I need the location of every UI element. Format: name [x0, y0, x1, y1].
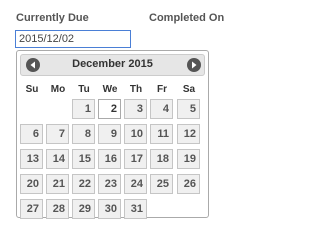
day-cell-14[interactable]: 14 — [46, 149, 69, 169]
day-cell-3[interactable]: 3 — [124, 99, 147, 119]
day-cell-5[interactable]: 5 — [177, 99, 200, 119]
day-cell-17[interactable]: 17 — [124, 149, 147, 169]
day-cell-12[interactable]: 12 — [177, 124, 200, 144]
day-cell-7[interactable]: 7 — [46, 124, 69, 144]
next-month-button[interactable] — [187, 58, 201, 72]
day-cell-24[interactable]: 24 — [124, 174, 147, 194]
day-cell-29[interactable]: 29 — [72, 199, 95, 219]
weekday-sa: Sa — [182, 84, 196, 95]
day-cell-25[interactable]: 25 — [150, 174, 173, 194]
day-cell-16[interactable]: 16 — [98, 149, 121, 169]
day-cell-26[interactable]: 26 — [177, 174, 200, 194]
weekday-th: Th — [129, 84, 143, 95]
day-cell-9[interactable]: 9 — [98, 124, 121, 144]
day-cell-28[interactable]: 28 — [46, 199, 69, 219]
day-cell-22[interactable]: 22 — [72, 174, 95, 194]
day-cell-11[interactable]: 11 — [150, 124, 173, 144]
weekday-we: We — [102, 84, 118, 95]
day-cell-13[interactable]: 13 — [20, 149, 43, 169]
day-cell-8[interactable]: 8 — [72, 124, 95, 144]
day-cell-21[interactable]: 21 — [46, 174, 69, 194]
day-cell-18[interactable]: 18 — [150, 149, 173, 169]
day-cell-31[interactable]: 31 — [124, 199, 147, 219]
currently-due-label: Currently Due — [16, 12, 89, 24]
datepicker-header: December 2015 — [20, 54, 205, 76]
datepicker-popup: December 2015 Su Mo Tu We Th Fr Sa 1 2 3 4 5 6 7 8 9 10… — [16, 50, 209, 219]
day-cell-20[interactable]: 20 — [20, 174, 43, 194]
weekday-fr: Fr — [157, 84, 167, 95]
day-cell-6[interactable]: 6 — [20, 124, 43, 144]
day-cell-10[interactable]: 10 — [124, 124, 147, 144]
weekday-mo: Mo — [50, 84, 66, 95]
weekday-su: Su — [25, 84, 39, 95]
day-cell-15[interactable]: 15 — [72, 149, 95, 169]
chevron-right-icon — [192, 61, 197, 69]
day-cell-2[interactable]: 2 — [98, 99, 121, 119]
month-title: December 2015 — [72, 58, 153, 70]
day-cell-27[interactable]: 27 — [20, 199, 43, 219]
day-cell-30[interactable]: 30 — [98, 199, 121, 219]
day-cell-4[interactable]: 4 — [150, 99, 173, 119]
day-cell-23[interactable]: 23 — [98, 174, 121, 194]
weekday-tu: Tu — [78, 84, 90, 95]
day-cell-19[interactable]: 19 — [177, 149, 200, 169]
date-input[interactable] — [15, 30, 131, 48]
day-cell-1[interactable]: 1 — [72, 99, 95, 119]
completed-on-label: Completed On — [149, 12, 225, 24]
